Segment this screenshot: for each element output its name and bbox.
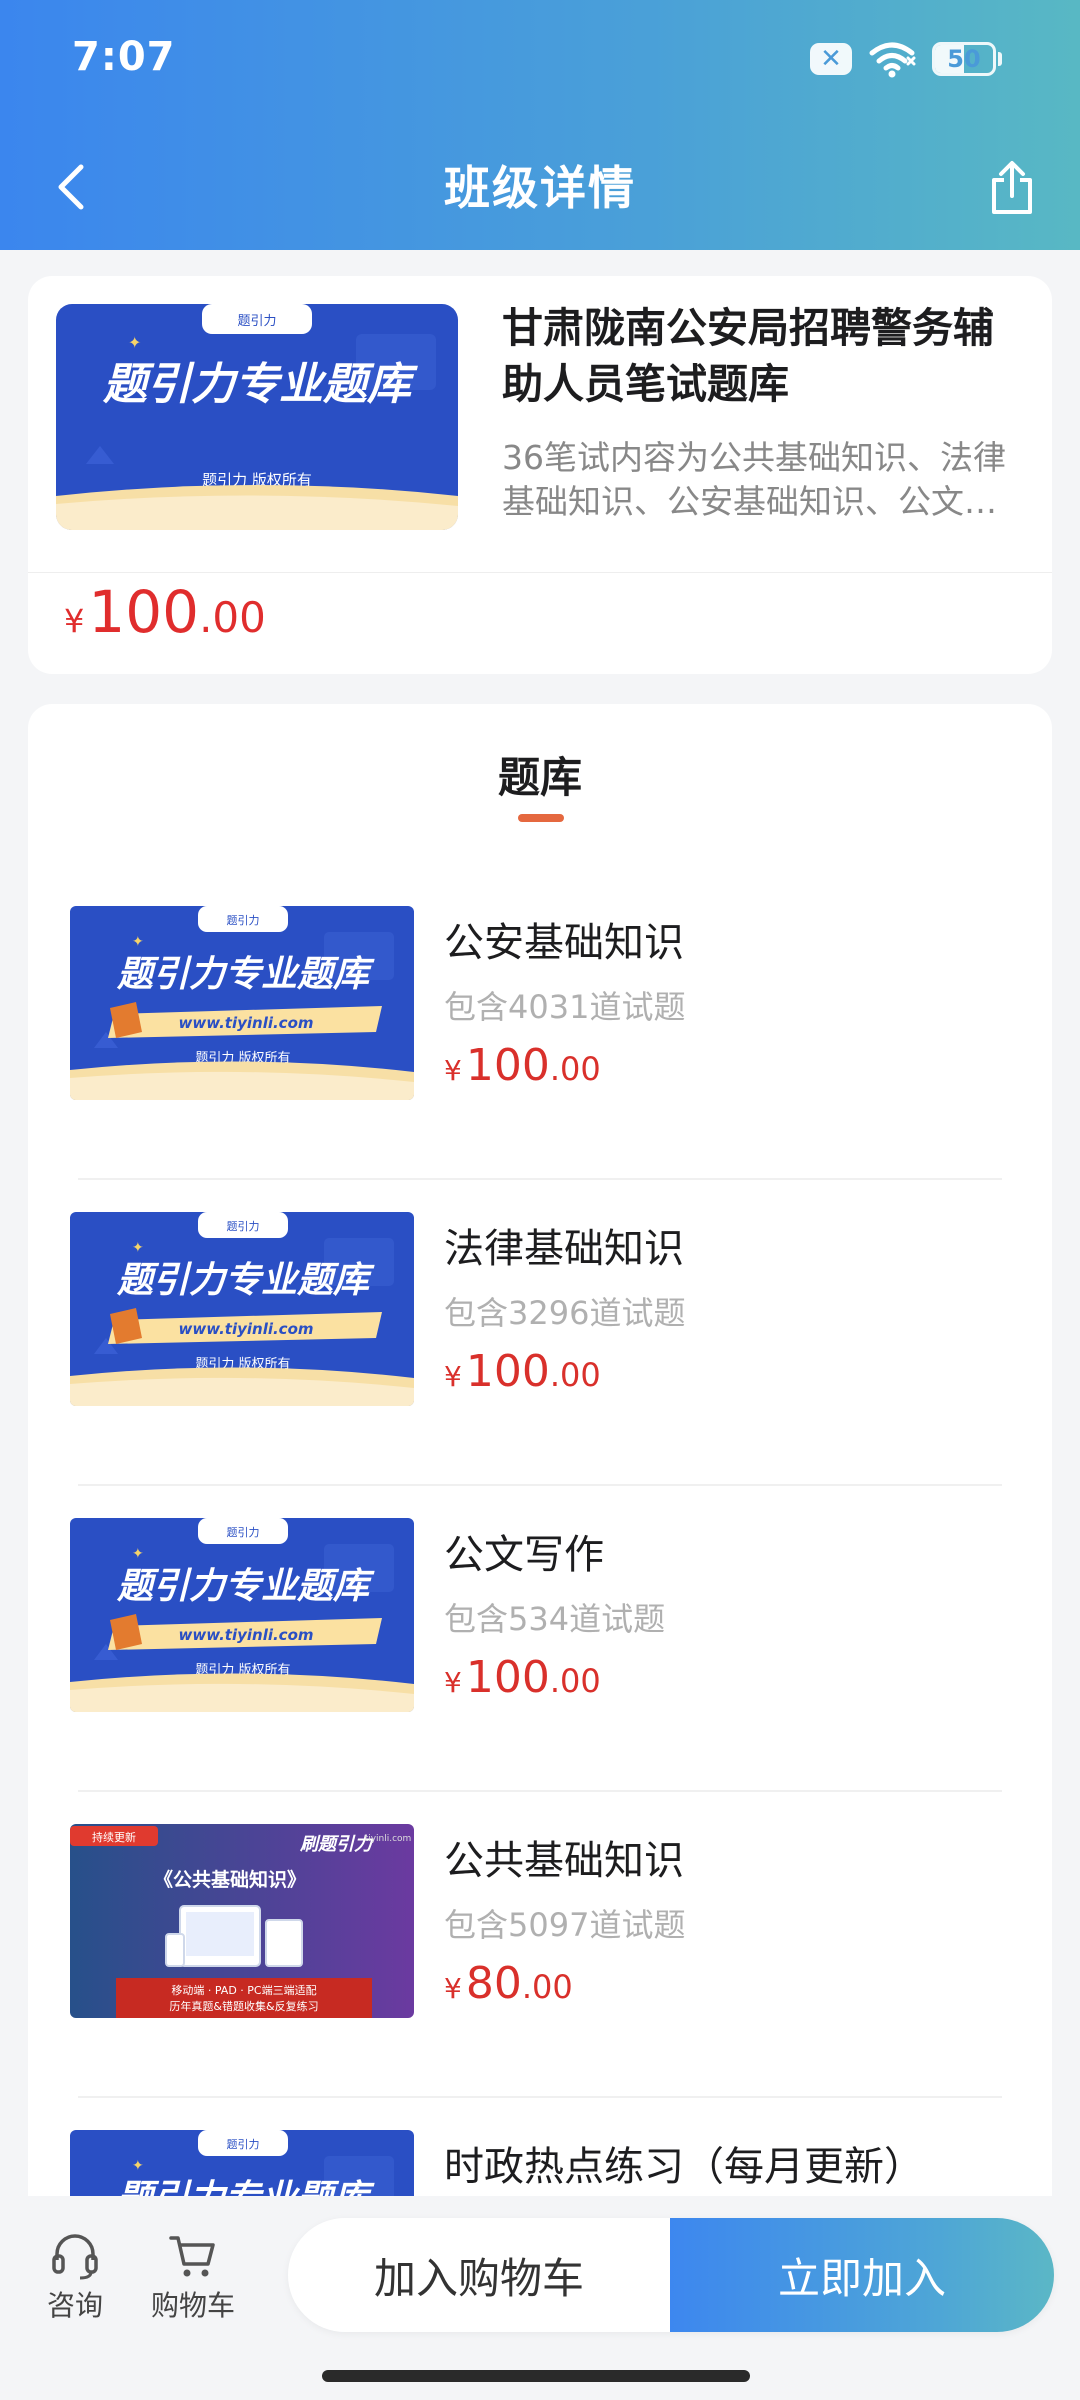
status-icons: ✕ 50	[810, 40, 1002, 78]
bank-question-count: 包含4031道试题	[444, 988, 686, 1026]
bank-price-decimal: .00	[549, 1050, 601, 1088]
join-now-button[interactable]: 立即加入	[670, 2218, 1054, 2332]
home-indicator[interactable]	[322, 2370, 750, 2382]
question-bank-item[interactable]: 持续更新 刷题引力 tiyinli.com 《公共基础知识》移动端 · PAD · P…	[28, 1792, 1052, 2098]
bank-cover-brand: 题引力	[227, 1525, 260, 1539]
consult-label: 咨询	[46, 2289, 103, 2322]
consult-button[interactable]: 咨询	[20, 2232, 130, 2332]
section-title-underline	[518, 814, 564, 822]
status-bar: 7:07 ✕ 50	[0, 0, 1080, 120]
bank-question-count: 包含534道试题	[444, 1600, 666, 1638]
bank-name: 公安基础知识	[444, 920, 684, 966]
bank-price: ¥100.00	[444, 1346, 601, 1397]
bank-cover-headline: 题引力专业题库	[116, 1566, 375, 1607]
bank-cover-image: 题引力✦题引力专业题库www.tiyinli.com题引力 版权所有	[70, 2130, 414, 2204]
wifi-icon	[869, 42, 916, 78]
bottom-action-bar: 咨询 购物车 加入购物车 立即加入	[0, 2196, 1080, 2400]
course-divider	[28, 572, 1052, 573]
bank-price-currency: ¥	[444, 1360, 462, 1393]
bank-price-integer: 100	[465, 1652, 550, 1703]
add-to-cart-button[interactable]: 加入购物车	[288, 2218, 670, 2332]
bank-cover-url: www.tiyinli.com	[178, 1014, 313, 1032]
cart-button[interactable]: 购物车	[138, 2232, 248, 2332]
question-bank-item[interactable]: 题引力 ✦ 题引力专业题库 www.tiyinli.com 题引力 版权所有 公文写作 包含…	[28, 1486, 1052, 1792]
bank-price-currency: ¥	[444, 1666, 462, 1699]
bank-question-count: 包含3296道试题	[444, 1294, 686, 1332]
bank-cover-banner-2: 历年真题&错题收集&反复练习	[169, 1999, 318, 2013]
bank-cover-site: tiyinli.com	[365, 1834, 412, 1844]
bank-name: 公共基础知识	[444, 1838, 684, 1884]
svg-text:✦: ✦	[132, 934, 144, 950]
bank-price-decimal: .00	[549, 1356, 601, 1394]
bank-price-integer: 80	[465, 1958, 522, 2009]
course-price-decimal: .00	[199, 593, 266, 642]
course-price-integer: 100	[88, 578, 200, 646]
question-bank-item[interactable]: 题引力 ✦ 题引力专业题库 www.tiyinli.com 题引力 版权所有 法律基础知识…	[28, 1180, 1052, 1486]
course-price-currency: ¥	[64, 602, 85, 640]
bank-price: ¥80.00	[444, 1958, 573, 2009]
course-description: 36笔试内容为公共基础知识、法律基础知识、公安基础知识、公文写作等	[502, 438, 1006, 521]
bank-cover-url: www.tiyinli.com	[178, 1626, 313, 1644]
headset-icon	[52, 2234, 98, 2280]
purchase-cta-group: 加入购物车 立即加入	[288, 2218, 1054, 2332]
bank-question-count: 包含5097道试题	[444, 1906, 686, 1944]
bank-cover-brand: 题引力	[227, 2137, 260, 2151]
page-title: 班级详情	[444, 161, 636, 215]
course-cover-brand: 题引力	[237, 314, 276, 329]
cart-label: 购物车	[150, 2289, 235, 2322]
svg-text:✦: ✦	[132, 2158, 144, 2174]
bank-name: 法律基础知识	[444, 1226, 684, 1272]
bank-cover-image: 题引力✦题引力专业题库www.tiyinli.com题引力 版权所有	[70, 906, 414, 1100]
bank-cover-headline: 《公共基础知识》	[154, 1868, 306, 1891]
bank-cover-image: 题引力✦题引力专业题库www.tiyinli.com题引力 版权所有	[70, 1212, 414, 1406]
battery-level: 50	[947, 45, 981, 73]
bank-cover-image: 题引力✦题引力专业题库www.tiyinli.com题引力 版权所有	[70, 1518, 414, 1712]
bank-cover-headline: 题引力专业题库	[116, 954, 375, 995]
bank-price-decimal: .00	[549, 1662, 601, 1700]
share-icon	[992, 161, 1032, 214]
bank-price-currency: ¥	[444, 1972, 462, 2005]
bank-price: ¥100.00	[444, 1652, 601, 1703]
bank-cover-tag: 持续更新	[92, 1830, 136, 1844]
course-cover-image: 题引力 ✦ 题引力专业题库 题引力 版权所有	[56, 304, 458, 530]
course-price: ¥100.00	[64, 578, 266, 646]
svg-text:✦: ✦	[132, 1546, 144, 1562]
bank-cover-image: 持续更新 刷题引力tiyinli.com 《公共基础知识》移动端 · PAD · P…	[70, 1824, 414, 2018]
bank-cover-brand: 刷题引力	[299, 1834, 374, 1855]
course-cover-headline: 题引力专业题库	[102, 359, 418, 410]
bank-cover-banner-1: 移动端 · PAD · PC端三端适配	[171, 1984, 316, 1997]
battery-icon: 50	[932, 42, 996, 76]
app-header: 7:07 ✕ 50 班级详情	[0, 0, 1080, 250]
course-title: 甘肃陇南公安局招聘警务辅助人员笔试题库	[502, 304, 994, 408]
svg-text:✦: ✦	[132, 1240, 144, 1256]
svg-text:✦: ✦	[128, 333, 141, 352]
bank-price-integer: 100	[465, 1040, 550, 1091]
bank-price: ¥100.00	[444, 1040, 601, 1091]
course-summary-card: 题引力 ✦ 题引力专业题库 题引力 版权所有 甘肃陇南公安局招聘警务辅助人员笔试…	[28, 276, 1052, 674]
bank-cover-url: www.tiyinli.com	[178, 1320, 313, 1338]
cart-icon	[169, 2236, 215, 2277]
bank-price-integer: 100	[465, 1346, 550, 1397]
question-bank-item[interactable]: 题引力 ✦ 题引力专业题库 www.tiyinli.com 题引力 版权所有 公安基础知识…	[28, 874, 1052, 1180]
section-title: 题库	[497, 753, 582, 802]
share-button[interactable]	[974, 150, 1050, 226]
bank-name: 时政热点练习（每月更新）	[444, 2144, 924, 2190]
bank-cover-headline: 题引力专业题库	[116, 1260, 375, 1301]
bank-cover-brand: 题引力	[227, 913, 260, 927]
question-bank-section: 题库 题引力 ✦ 题引力专业题库 www.tiyinli.com 题引力 版权所有 公安基…	[28, 704, 1052, 2204]
bank-name: 公文写作	[444, 1532, 604, 1578]
status-time: 7:07	[72, 34, 176, 80]
bank-price-currency: ¥	[444, 1054, 462, 1087]
nav-bar: 班级详情	[0, 130, 1080, 240]
question-bank-item[interactable]: 题引力✦题引力专业题库www.tiyinli.com题引力 版权所有时政热点练习…	[28, 2098, 1052, 2204]
battery-tip	[998, 52, 1002, 66]
question-bank-list: 题引力 ✦ 题引力专业题库 www.tiyinli.com 题引力 版权所有 公安基础知识…	[28, 874, 1052, 2204]
bank-price-decimal: .00	[521, 1968, 573, 2006]
bank-cover-brand: 题引力	[227, 1219, 260, 1233]
close-badge-icon: ✕	[810, 43, 852, 75]
